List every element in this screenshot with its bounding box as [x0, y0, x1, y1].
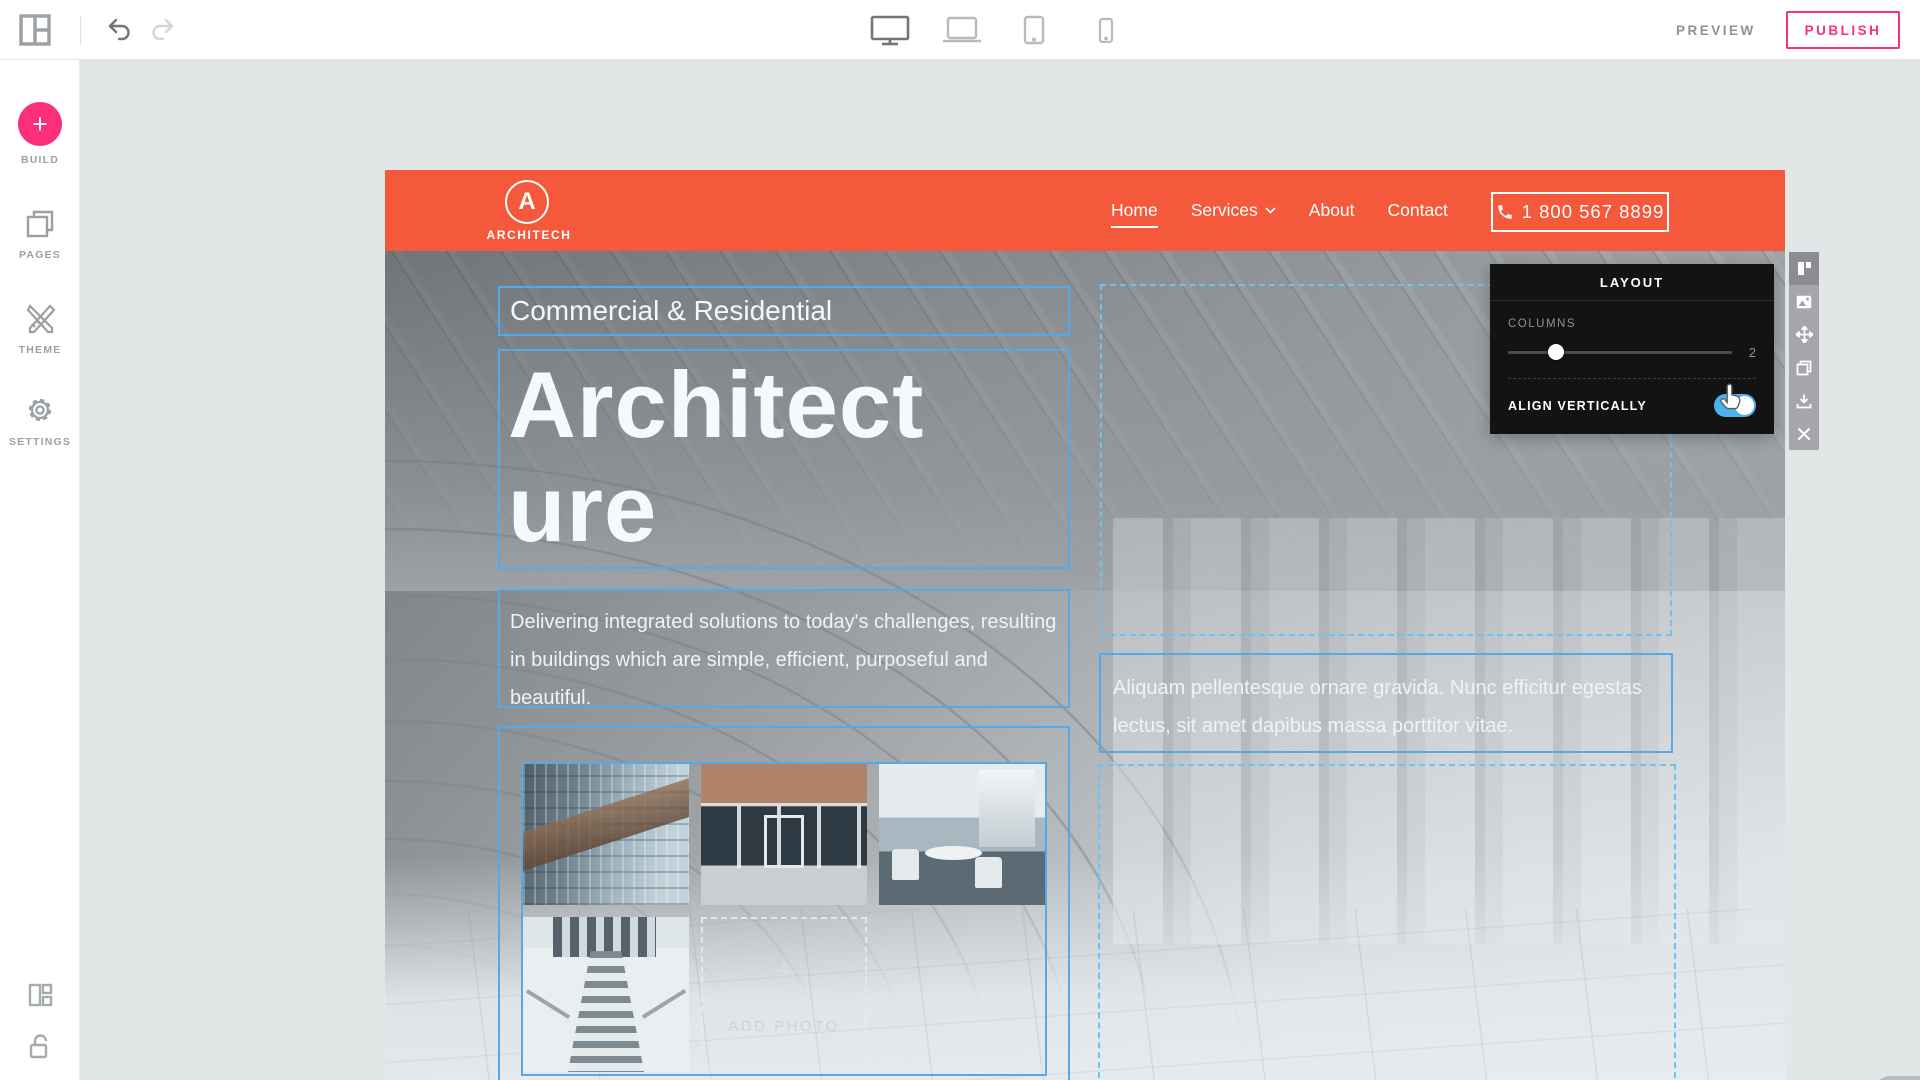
hero-title-line: ure: [508, 457, 1068, 561]
columns-value: 2: [1749, 345, 1756, 360]
sidebar-item-label: PAGES: [0, 249, 80, 261]
editor-logo-icon[interactable]: [18, 13, 52, 47]
columns-layout-icon[interactable]: [1789, 252, 1819, 285]
layout-blocks-icon[interactable]: [0, 982, 80, 1008]
device-preview-switcher: [868, 0, 1128, 60]
align-vertically-toggle[interactable]: [1714, 394, 1756, 417]
plus-icon: +: [18, 102, 62, 146]
image-icon[interactable]: [1789, 285, 1819, 318]
sidebar-item-settings[interactable]: SETTINGS: [0, 392, 80, 448]
editor-sidebar: + BUILD PAGES THEME: [0, 60, 80, 1080]
plus-icon: +: [774, 954, 794, 988]
gear-icon: [0, 392, 80, 428]
add-photo-label: ADD PHOTO: [728, 1018, 839, 1035]
sidebar-item-pages[interactable]: PAGES: [0, 207, 80, 261]
phone-icon[interactable]: [1084, 10, 1128, 50]
desktop-icon[interactable]: [868, 10, 912, 50]
toggle-knob: [1735, 396, 1754, 415]
slider-track[interactable]: [1508, 351, 1732, 354]
app-window: PREVIEW PUBLISH + BUILD PAGES: [0, 0, 1920, 1080]
unlock-icon[interactable]: [0, 1032, 80, 1062]
columns-slider: 2: [1508, 345, 1756, 361]
gallery-empty-cell: [879, 917, 1045, 1072]
editor-canvas: A ARCHITECH Home Services About Contact: [80, 60, 1920, 1080]
layout-settings-panel: LAYOUT COLUMNS 2 ALIGN VERTICALLY: [1490, 264, 1774, 434]
right-column-textbox[interactable]: Aliquam pellentesque ornare gravida. Nun…: [1099, 653, 1673, 753]
columns-label: COLUMNS: [1508, 318, 1756, 330]
gallery-photo-courtyard[interactable]: [879, 764, 1045, 905]
undo-icon[interactable]: [106, 16, 134, 44]
right-column-spacer-bottom[interactable]: [1098, 764, 1676, 1080]
help-button[interactable]: ? HELP: [1870, 1076, 1920, 1080]
close-icon[interactable]: [1789, 417, 1819, 450]
theme-pencil-icon: [0, 300, 80, 336]
gallery-photo-glass-building[interactable]: [523, 764, 689, 905]
hero-kicker-textbox[interactable]: Commercial & Residential: [498, 286, 1070, 336]
slider-knob[interactable]: [1548, 344, 1564, 360]
preview-button[interactable]: PREVIEW: [1676, 0, 1756, 60]
panel-title: LAYOUT: [1490, 264, 1774, 301]
gallery-photo-storefront[interactable]: [701, 764, 867, 905]
gallery-element[interactable]: + ADD PHOTO: [521, 762, 1047, 1076]
gallery-section[interactable]: + ADD PHOTO: [498, 726, 1070, 1080]
top-toolbar: PREVIEW PUBLISH: [0, 0, 1920, 60]
move-icon[interactable]: [1789, 318, 1819, 351]
publish-button[interactable]: PUBLISH: [1786, 11, 1900, 49]
hero-title-textbox[interactable]: Architect ure: [498, 349, 1070, 569]
gallery-grid: + ADD PHOTO: [523, 764, 1045, 1074]
align-vertically-label: ALIGN VERTICALLY: [1508, 399, 1647, 413]
sidebar-item-theme[interactable]: THEME: [0, 300, 80, 356]
sidebar-item-label: SETTINGS: [0, 436, 80, 448]
add-photo-button[interactable]: + ADD PHOTO: [701, 917, 867, 1072]
redo-icon[interactable]: [148, 16, 176, 44]
hero-title-line: Architect: [508, 353, 1068, 457]
hero-body-textbox[interactable]: Delivering integrated solutions to today…: [498, 589, 1070, 708]
sidebar-item-label: BUILD: [0, 154, 80, 166]
laptop-icon[interactable]: [940, 10, 984, 50]
sidebar-item-label: THEME: [0, 344, 80, 356]
tablet-icon[interactable]: [1012, 10, 1056, 50]
gallery-photo-staircase[interactable]: [523, 917, 689, 1072]
element-edit-toolbar: [1789, 252, 1819, 450]
save-download-icon[interactable]: [1789, 384, 1819, 417]
sidebar-item-build[interactable]: + BUILD: [0, 102, 80, 166]
toolbar-divider: [80, 15, 81, 45]
pages-icon: [0, 207, 80, 241]
duplicate-icon[interactable]: [1789, 351, 1819, 384]
